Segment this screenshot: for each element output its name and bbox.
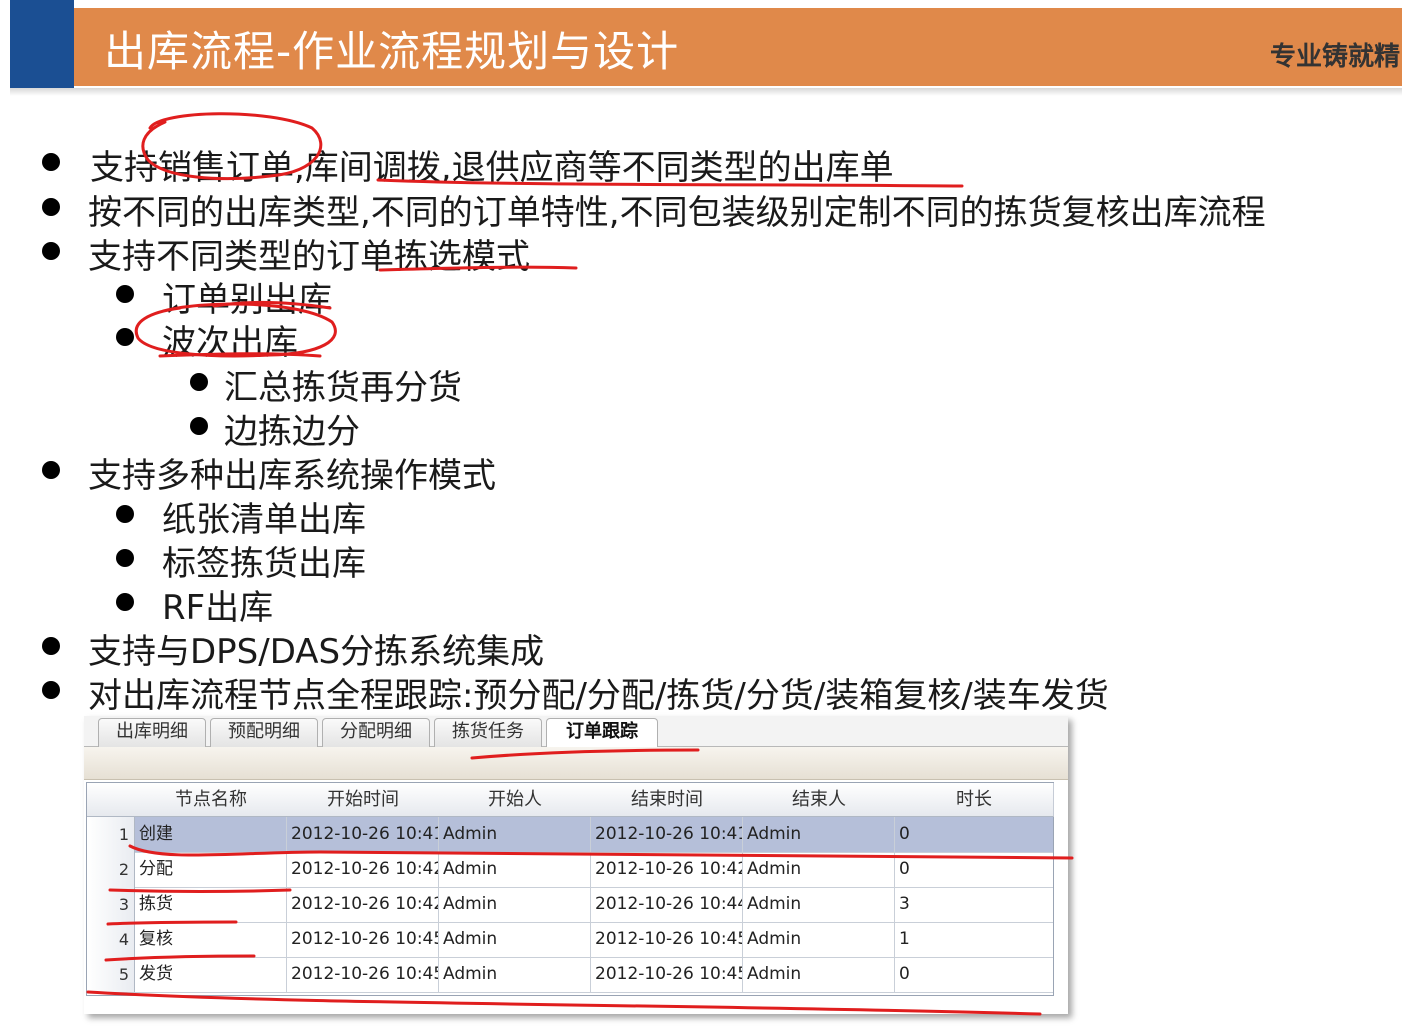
bullet-item: 波次出库 — [162, 323, 298, 363]
bullet-dot — [42, 153, 60, 171]
table-row[interactable]: 2 分配 2012-10-26 10:42 Admin 2012-10-26 1… — [87, 852, 1053, 888]
bullet-item: 按不同的出库类型,不同的订单特性,不同包装级别定制不同的拣货复核出库流程 — [88, 193, 1266, 233]
table-cell: 2012-10-26 10:41 — [591, 817, 743, 852]
column-header[interactable]: 结束时间 — [591, 783, 744, 817]
table-row[interactable]: 3 拣货 2012-10-26 10:42 Admin 2012-10-26 1… — [87, 887, 1053, 923]
tab-outbound-detail[interactable]: 出库明细 — [98, 718, 206, 747]
table-cell: 2012-10-26 10:45 — [287, 922, 439, 957]
bullet-item: 汇总拣货再分货 — [224, 368, 462, 408]
bullet-dot — [42, 681, 60, 699]
tab-allocation-detail[interactable]: 分配明细 — [322, 718, 430, 747]
table-cell: 2012-10-26 10:42 — [287, 887, 439, 922]
bullet-item: 标签拣货出库 — [162, 544, 366, 584]
row-number-header — [87, 783, 136, 817]
table-cell: 2012-10-26 10:42 — [287, 852, 439, 887]
column-header[interactable]: 开始人 — [439, 783, 592, 817]
table-cell: 复核 — [135, 922, 287, 957]
table-cell: Admin — [439, 957, 591, 992]
table-cell: 1 — [899, 929, 910, 949]
table-cell: 2012-10-26 10:45 — [591, 957, 743, 992]
table-cell: Admin — [439, 852, 591, 887]
bullet-item: 订单别出库 — [162, 280, 332, 320]
bullet-item: 支持不同类型的订单拣选模式 — [88, 237, 530, 277]
table-cell: Admin — [743, 922, 895, 957]
table-cell: Admin — [743, 852, 895, 887]
bullet-dot — [190, 417, 208, 435]
bullet-dot — [116, 593, 134, 611]
table-cell: 创建 — [135, 817, 287, 852]
bullet-dot — [42, 637, 60, 655]
bullet-item: 支持多种出库系统操作模式 — [88, 456, 496, 496]
header-blue-accent — [10, 0, 74, 96]
header-shadow — [10, 88, 1402, 96]
column-header[interactable]: 结束人 — [743, 783, 896, 817]
header-slogan: 专业铸就精 — [1270, 42, 1401, 72]
table-cell: 发货 — [135, 957, 287, 992]
table-row[interactable]: 5 发货 2012-10-26 10:45 Admin 2012-10-26 1… — [87, 957, 1053, 993]
table-cell: 分配 — [135, 852, 287, 887]
table-cell: Admin — [743, 887, 895, 922]
row-number: 2 — [87, 852, 135, 887]
column-header[interactable]: 节点名称 — [135, 783, 288, 817]
bullet-item: 支持销售订单,库间调拨,退供应商等不同类型的出库单 — [90, 148, 894, 188]
table-cell: Admin — [743, 817, 895, 852]
table-cell: Admin — [743, 957, 895, 992]
table-cell: 2012-10-26 10:45 — [287, 957, 439, 992]
bullet-dot — [190, 373, 208, 391]
table-cell: 2012-10-26 10:45 — [591, 922, 743, 957]
grid-toolbar — [84, 747, 1068, 780]
table-cell: 0 — [899, 859, 910, 879]
tab-order-tracking[interactable]: 订单跟踪 — [546, 718, 658, 748]
column-header[interactable]: 时长 — [895, 783, 1054, 817]
table-row[interactable]: 1 创建 2012-10-26 10:41 Admin 2012-10-26 1… — [87, 817, 1053, 853]
bullet-dot — [116, 285, 134, 303]
tab-preallocation-detail[interactable]: 预配明细 — [210, 718, 318, 747]
bullet-item: 纸张清单出库 — [162, 500, 366, 540]
table-cell: 2012-10-26 10:41 — [287, 817, 439, 852]
row-number: 1 — [87, 817, 135, 852]
table-cell: 2012-10-26 10:42 — [591, 852, 743, 887]
row-number: 3 — [87, 887, 135, 922]
bullet-dot — [42, 198, 60, 216]
tab-strip: 出库明细 预配明细 分配明细 拣货任务 订单跟踪 — [84, 716, 1068, 748]
slide-header: 出库流程-作业流程规划与设计 专业铸就精 — [0, 0, 1402, 96]
table-cell: 0 — [899, 964, 910, 984]
order-tracking-panel: 出库明细 预配明细 分配明细 拣货任务 订单跟踪 节点名称 开始时间 开始人 结… — [84, 716, 1068, 1014]
bullet-item: 支持与DPS/DAS分拣系统集成 — [88, 632, 545, 672]
table-cell: Admin — [439, 922, 591, 957]
bullet-dot — [42, 461, 60, 479]
bullet-item: 对出库流程节点全程跟踪:预分配/分配/拣货/分货/装箱复核/装车发货 — [88, 676, 1109, 716]
table-row[interactable]: 4 复核 2012-10-26 10:45 Admin 2012-10-26 1… — [87, 922, 1053, 958]
table-cell: 2012-10-26 10:44 — [591, 887, 743, 922]
table-cell: Admin — [439, 817, 591, 852]
bullet-item: 边拣边分 — [224, 412, 360, 452]
bullet-dot — [116, 328, 134, 346]
table-cell: 拣货 — [135, 887, 287, 922]
table-cell: Admin — [439, 887, 591, 922]
bullet-dot — [42, 242, 60, 260]
table-cell: 3 — [899, 894, 910, 914]
tracking-grid: 节点名称 开始时间 开始人 结束时间 结束人 时长 1 创建 2012-10-2… — [86, 782, 1054, 996]
tab-picking-task[interactable]: 拣货任务 — [434, 718, 542, 747]
row-number: 5 — [87, 957, 135, 992]
bullet-dot — [116, 505, 134, 523]
bullet-item: RF出库 — [162, 588, 274, 628]
slide-title: 出库流程-作业流程规划与设计 — [104, 27, 680, 76]
column-header[interactable]: 开始时间 — [287, 783, 440, 817]
table-cell: 0 — [899, 824, 910, 844]
bullet-dot — [116, 549, 134, 567]
row-number: 4 — [87, 922, 135, 957]
